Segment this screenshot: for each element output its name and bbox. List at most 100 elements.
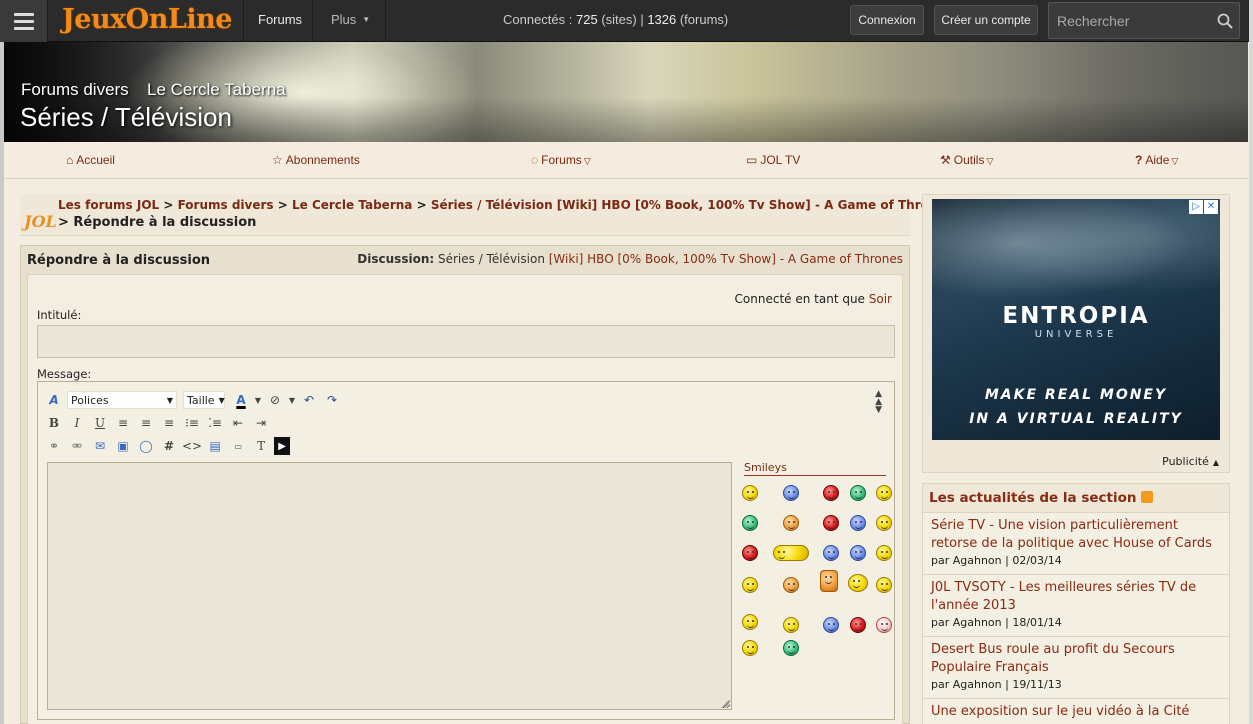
banner-crumb-forums-divers[interactable]: Forums divers xyxy=(21,80,129,100)
smiley-icon[interactable] xyxy=(876,515,892,531)
jol-logo[interactable]: JOL xyxy=(24,212,57,231)
attachment-icon[interactable]: ⊘ xyxy=(265,391,285,409)
subnav-home[interactable]: ⌂ Accueil xyxy=(66,153,115,167)
chevron-down-icon[interactable]: ▼ xyxy=(254,391,262,409)
smiley-icon[interactable] xyxy=(783,515,799,531)
news-item-title[interactable]: J0L TVSOTY - Les meilleures séries TV de… xyxy=(931,579,1221,615)
smiley-icon[interactable] xyxy=(850,545,866,561)
unordered-list-icon[interactable]: ⁚≡ xyxy=(205,414,225,432)
smiley-icon[interactable] xyxy=(783,640,799,656)
smiley-icon[interactable] xyxy=(742,485,758,501)
news-item-title[interactable]: Une exposition sur le jeu vidéo à la Cit… xyxy=(931,703,1221,721)
smiley-icon[interactable] xyxy=(742,577,758,593)
bold-icon[interactable]: B xyxy=(44,414,64,432)
toolbar-toggle-icon[interactable]: ▲ ▲ ▼ xyxy=(875,390,882,415)
chevron-down-icon[interactable]: ▼ xyxy=(288,391,296,409)
title-field[interactable] xyxy=(37,325,895,358)
smiley-icon[interactable] xyxy=(742,640,758,656)
remove-format-icon[interactable]: A xyxy=(44,391,64,409)
close-icon[interactable]: ✕ xyxy=(1204,200,1218,214)
align-center-icon[interactable]: ≡ xyxy=(136,414,156,432)
smiley-icon[interactable] xyxy=(876,545,892,561)
code-icon[interactable]: <> xyxy=(182,437,202,455)
php-icon[interactable]: ▤ xyxy=(205,437,225,455)
smiley-icon[interactable] xyxy=(823,515,839,531)
smiley-icon[interactable] xyxy=(850,515,866,531)
unlink-icon[interactable]: ⚮ xyxy=(67,437,87,455)
quote-icon[interactable]: ◯ xyxy=(136,437,156,455)
editor-toolbar-row-2: B I U ≡ ≡ ≡ ⁝≡ ⁚≡ ⇤ ⇥ xyxy=(44,413,274,433)
nav-forums-link[interactable]: Forums xyxy=(243,0,313,42)
subnav-jol-tv[interactable]: ▭ JOL TV xyxy=(746,153,800,167)
search-icon[interactable] xyxy=(1217,13,1233,29)
breadcrumb-link[interactable]: Le Cercle Taberna xyxy=(292,198,412,212)
italic-icon[interactable]: I xyxy=(67,414,87,432)
video-icon[interactable]: ▶ xyxy=(274,437,291,455)
search-input[interactable] xyxy=(1049,3,1219,38)
breadcrumb-link[interactable]: Les forums JOL xyxy=(58,198,159,212)
tex-icon[interactable]: T xyxy=(251,437,271,455)
smiley-icon[interactable] xyxy=(850,485,866,501)
publicite-dropdown[interactable]: Publicité ▲ xyxy=(1162,455,1219,468)
outdent-icon[interactable]: ⇤ xyxy=(228,414,248,432)
smiley-icon[interactable] xyxy=(783,577,799,593)
smiley-icon[interactable] xyxy=(742,614,758,630)
subnav-subscriptions[interactable]: ☆ Abonnements xyxy=(272,153,360,167)
image-icon[interactable]: ▣ xyxy=(113,437,133,455)
subnav-help[interactable]: ? Aide ▽ xyxy=(1135,153,1178,167)
text-color-icon[interactable]: A xyxy=(231,391,251,409)
undo-icon[interactable]: ↶ xyxy=(299,391,319,409)
news-item-title[interactable]: Série TV - Une vision particulièrement r… xyxy=(931,517,1221,553)
hamburger-menu-button[interactable] xyxy=(0,0,48,42)
underline-icon[interactable]: U xyxy=(90,414,110,432)
adchoices-icon[interactable]: ▷ xyxy=(1189,200,1203,214)
username-link[interactable]: Soir xyxy=(869,292,892,306)
breadcrumb-link[interactable]: [Wiki] HBO [0% Book, 100% Tv Show] - A G… xyxy=(557,198,953,212)
align-left-icon[interactable]: ≡ xyxy=(113,414,133,432)
smiley-icon[interactable] xyxy=(823,617,839,633)
subnav-tools[interactable]: ⚒ Outils ▽ xyxy=(940,153,993,167)
discussion-thread-link[interactable]: [Wiki] HBO [0% Book, 100% Tv Show] - A G… xyxy=(549,252,903,266)
site-logo[interactable]: JeuxOnLine xyxy=(62,4,232,35)
link-icon[interactable]: ⚭ xyxy=(44,437,64,455)
smiley-icon[interactable] xyxy=(823,485,839,501)
spoiler-icon[interactable]: ▭ xyxy=(228,437,248,455)
smiley-icon[interactable] xyxy=(876,485,892,501)
smiley-icon[interactable] xyxy=(783,485,799,501)
news-item-title[interactable]: Desert Bus roule au profit du Secours Po… xyxy=(931,641,1221,677)
smiley-icon[interactable] xyxy=(773,545,809,561)
smiley-icon[interactable] xyxy=(783,617,799,633)
login-button[interactable]: Connexion xyxy=(850,5,924,35)
ad-choices[interactable]: ▷ ✕ xyxy=(1188,200,1218,214)
size-select[interactable]: Taille ▼ xyxy=(183,391,225,409)
star-icon: ☆ xyxy=(272,153,283,167)
banner-crumb-cercle-taberna[interactable]: Le Cercle Taberna xyxy=(147,80,286,100)
smiley-icon[interactable] xyxy=(820,570,838,592)
smiley-icon[interactable] xyxy=(876,617,892,633)
news-item-meta: par Agahnon | 18/01/14 xyxy=(931,616,1062,629)
scrollbar[interactable] xyxy=(1249,0,1253,724)
advertisement-banner[interactable]: ▷ ✕ ENTROPIA UNIVERSE MAKE REAL MONEY IN … xyxy=(932,199,1220,440)
font-select[interactable]: Polices ▼ xyxy=(67,391,177,409)
email-icon[interactable]: ✉ xyxy=(90,437,110,455)
smiley-icon[interactable] xyxy=(848,574,868,592)
rss-icon[interactable] xyxy=(1140,491,1153,503)
signup-button[interactable]: Créer un compte xyxy=(934,5,1038,35)
ordered-list-icon[interactable]: ⁝≡ xyxy=(182,414,202,432)
nav-plus-dropdown[interactable]: Plus ▼ xyxy=(318,0,386,42)
smiley-icon[interactable] xyxy=(876,577,892,593)
hashtag-icon[interactable]: # xyxy=(159,437,179,455)
breadcrumb-link[interactable]: Forums divers xyxy=(178,198,274,212)
message-textarea[interactable] xyxy=(47,462,732,710)
message-label: Message: xyxy=(37,367,92,381)
subnav-forums[interactable]: ◌ Forums ▽ xyxy=(531,153,591,167)
smiley-icon[interactable] xyxy=(823,545,839,561)
smiley-icon[interactable] xyxy=(850,617,866,633)
indent-icon[interactable]: ⇥ xyxy=(251,414,271,432)
redo-icon[interactable]: ↷ xyxy=(322,391,342,409)
breadcrumb-link[interactable]: Séries / Télévision xyxy=(431,198,553,212)
smiley-icon[interactable] xyxy=(742,545,758,561)
align-right-icon[interactable]: ≡ xyxy=(159,414,179,432)
resize-handle-icon[interactable] xyxy=(721,700,729,708)
smiley-icon[interactable] xyxy=(742,515,758,531)
